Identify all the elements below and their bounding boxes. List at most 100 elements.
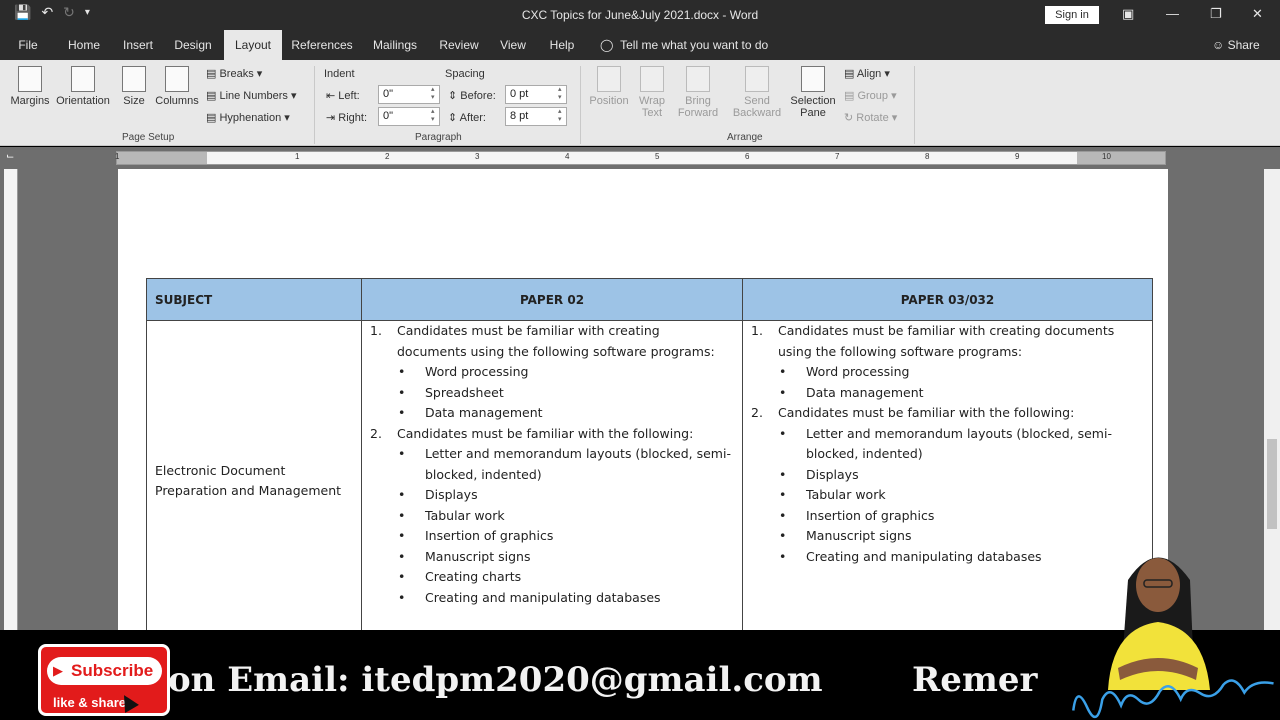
line-numbers-button[interactable]: ▤ Line Numbers ▾: [206, 89, 297, 102]
spacing-after-field[interactable]: 8 pt: [505, 107, 567, 126]
rotate-button[interactable]: ↻ Rotate ▾: [844, 111, 897, 124]
indent-right-text: Right:: [338, 112, 368, 124]
list-number: 1.: [751, 323, 763, 338]
tab-design[interactable]: Design: [170, 30, 216, 60]
list-number: 2.: [751, 405, 763, 420]
list-number: 2.: [370, 425, 382, 441]
vertical-scrollbar[interactable]: [1264, 169, 1280, 630]
list-text: Candidates must be familiar with the fol…: [778, 405, 1075, 420]
close-icon[interactable]: ✕: [1252, 6, 1263, 22]
tab-references[interactable]: References: [290, 30, 354, 60]
tab-home[interactable]: Home: [62, 30, 106, 60]
wrap-text-label: Wrap Text: [638, 95, 666, 119]
columns-button[interactable]: Columns: [154, 66, 200, 107]
tab-review[interactable]: Review: [436, 30, 482, 60]
tell-me-label: Tell me what you want to do: [620, 38, 769, 52]
indent-left-label: ⇤ Left:: [326, 90, 360, 102]
left-margin-shade: [117, 152, 207, 164]
tab-layout[interactable]: Layout: [224, 30, 282, 60]
paper-03-cell: 1. Candidates must be familiar with creat…: [742, 320, 1153, 641]
list-text: Candidates must be familiar with creatin…: [778, 323, 1115, 359]
bullet-item: Letter and memorandum layouts (blocked, …: [743, 424, 1142, 465]
send-backward-label: Send Backward: [732, 95, 782, 119]
tab-help[interactable]: Help: [544, 30, 580, 60]
person-icon: ☺: [1212, 38, 1225, 52]
ruler-number: 1: [295, 152, 300, 161]
sign-in-button[interactable]: Sign in: [1045, 6, 1099, 24]
paper-02-cell: 1. Candidates must be familiar with creat…: [361, 320, 743, 641]
ruler-number: 6: [745, 152, 750, 161]
bullet-item: Insertion of graphics: [743, 506, 1142, 527]
arrange-group-label: Arrange: [727, 132, 763, 143]
minimize-icon[interactable]: —: [1166, 6, 1179, 21]
tab-mailings[interactable]: Mailings: [366, 30, 424, 60]
vertical-ruler[interactable]: [4, 169, 18, 630]
group-divider: [914, 66, 915, 144]
align-button[interactable]: ▤ Align ▾: [844, 67, 890, 80]
position-icon: [597, 66, 621, 92]
spacing-before-text: Before:: [460, 90, 496, 102]
indent-left-field[interactable]: 0": [378, 85, 440, 104]
breaks-button[interactable]: ▤ Breaks ▾: [206, 67, 262, 80]
position-button[interactable]: Position: [586, 66, 632, 107]
group-button[interactable]: ▤ Group ▾: [844, 89, 897, 102]
wrap-text-icon: [640, 66, 664, 92]
header-paper-02: PAPER 02: [361, 278, 743, 321]
ribbon-display-options-icon[interactable]: ▣: [1122, 6, 1134, 22]
tab-view[interactable]: View: [494, 30, 532, 60]
margins-label: Margins: [10, 95, 50, 107]
breaks-label: Breaks: [219, 68, 254, 80]
email-ticker-text: on Email: itedpm2020@gmail.com: [168, 660, 823, 700]
spacing-label: Spacing: [445, 68, 485, 80]
subscribe-badge[interactable]: Subscribe like & share: [38, 644, 170, 716]
share-button[interactable]: ☺ Share: [1212, 30, 1260, 60]
list-item: 1. Candidates must be familiar with creat…: [743, 321, 1142, 362]
header-paper-03: PAPER 03/032: [742, 278, 1153, 321]
restore-icon[interactable]: ❐: [1210, 6, 1222, 22]
tab-file[interactable]: File: [10, 30, 46, 60]
tell-me-search[interactable]: ◯ Tell me what you want to do: [600, 30, 768, 60]
size-button[interactable]: Size: [118, 66, 150, 107]
rotate-label: Rotate: [856, 112, 889, 124]
wrap-text-button[interactable]: Wrap Text: [634, 66, 670, 119]
list-text: Candidates must be familiar with creatin…: [397, 323, 715, 359]
ruler-number: 9: [1015, 152, 1020, 161]
indent-right-field[interactable]: 0": [378, 107, 440, 126]
ruler-number: 7: [835, 152, 840, 161]
position-label: Position: [589, 95, 629, 107]
tab-selector-icon[interactable]: ⌙: [6, 151, 14, 162]
subscribe-button[interactable]: Subscribe: [47, 657, 162, 685]
paragraph-group-label: Paragraph: [415, 132, 462, 143]
line-numbers-label: Line Numbers: [219, 90, 288, 102]
hyphenation-label: Hyphenation: [219, 112, 282, 124]
tab-insert[interactable]: Insert: [118, 30, 158, 60]
bullet-item: Data management: [743, 383, 1142, 404]
group-divider: [314, 66, 315, 144]
spacing-before-field[interactable]: 0 pt: [505, 85, 567, 104]
size-label: Size: [123, 95, 145, 107]
scrollbar-thumb[interactable]: [1267, 439, 1277, 529]
topics-table[interactable]: SUBJECT PAPER 02 PAPER 03/032 Electronic…: [146, 278, 1153, 641]
horizontal-ruler[interactable]: 1 1 2 3 4 5 6 7 8 9 10: [115, 151, 1166, 165]
bullet-item: Creating and manipulating databases: [362, 588, 732, 609]
ruler-number: 10: [1102, 152, 1111, 161]
ruler-number: 1: [115, 152, 120, 161]
bring-forward-button[interactable]: Bring Forward: [672, 66, 724, 119]
page-setup-group-label: Page Setup: [122, 132, 175, 143]
bullet-item: Spreadsheet: [362, 383, 732, 404]
indent-left-text: Left:: [338, 90, 360, 102]
selection-pane-button[interactable]: Selection Pane: [788, 66, 838, 119]
title-bar: 💾 ↶ ↻ ▾ CXC Topics for June&July 2021.do…: [0, 0, 1280, 30]
bullet-item: Word processing: [743, 362, 1142, 383]
share-label: Share: [1227, 38, 1260, 52]
document-page[interactable]: SUBJECT PAPER 02 PAPER 03/032 Electronic…: [118, 169, 1168, 641]
orientation-icon: [71, 66, 95, 92]
list-number: 1.: [370, 323, 382, 338]
send-backward-icon: [745, 66, 769, 92]
orientation-button[interactable]: Orientation: [54, 66, 112, 107]
list-item: 2. Candidates must be familiar with the f…: [743, 403, 1142, 424]
hyphenation-button[interactable]: ▤ Hyphenation ▾: [206, 111, 290, 124]
margins-button[interactable]: Margins: [8, 66, 52, 107]
document-workspace: SUBJECT PAPER 02 PAPER 03/032 Electronic…: [0, 169, 1280, 641]
send-backward-button[interactable]: Send Backward: [728, 66, 786, 119]
